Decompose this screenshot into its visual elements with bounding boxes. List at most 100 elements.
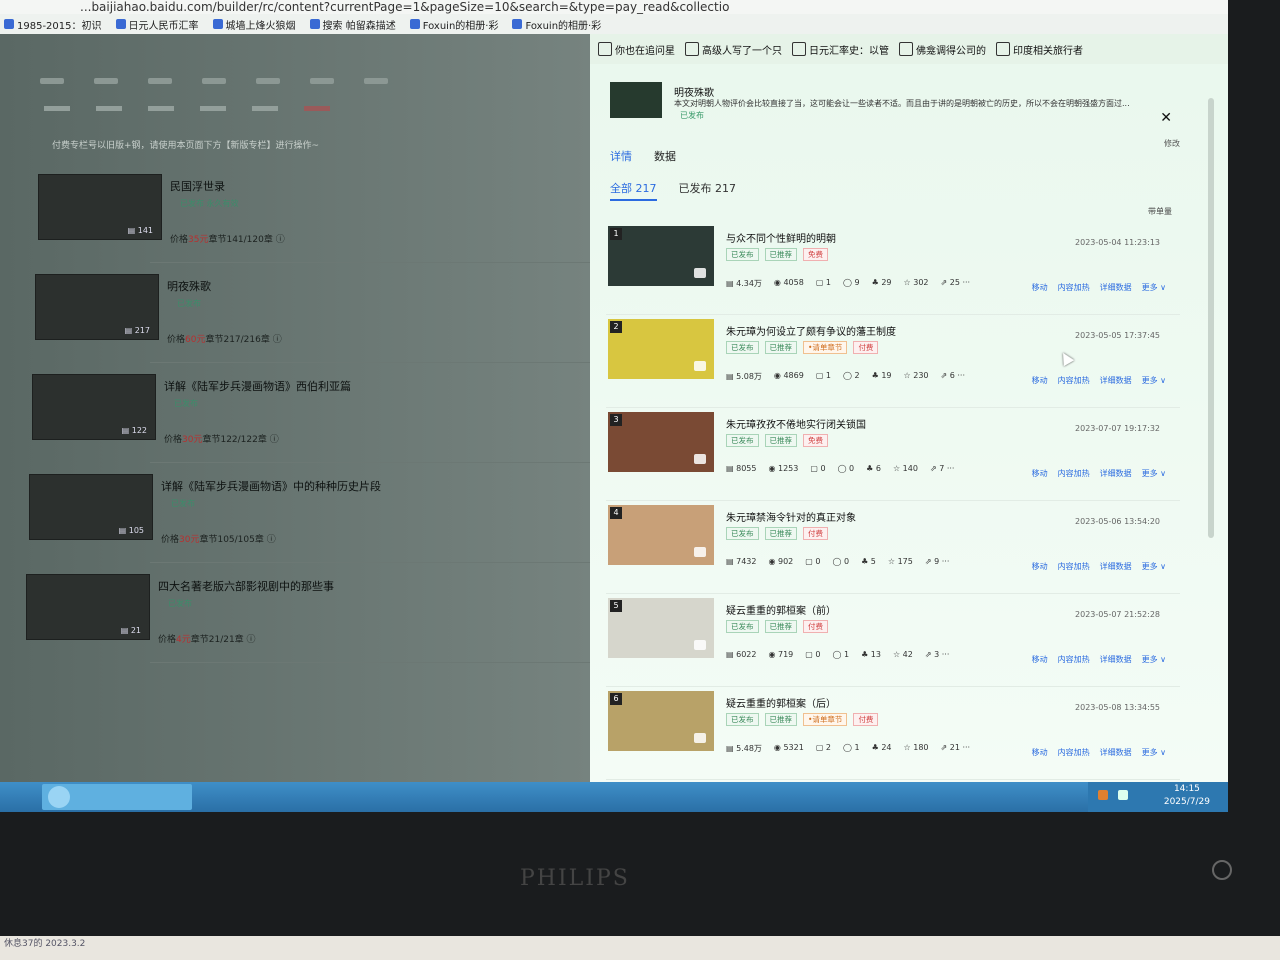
action-link[interactable]: 内容加热 (1058, 282, 1090, 293)
publish-date: 2023-05-04 11:23:13 (1075, 238, 1160, 247)
action-link[interactable]: 详细数据 (1100, 282, 1132, 293)
bookmark-item[interactable]: 日元人民币汇率 (115, 17, 199, 32)
tab-details[interactable]: 详情 (610, 148, 632, 164)
column-cover[interactable]: ▤ 122 (32, 374, 156, 440)
status-tag: •请单章节 (803, 713, 848, 726)
action-link[interactable]: 更多 ∨ (1142, 747, 1166, 758)
bookmark-item[interactable]: 1985-2015：初识 (4, 17, 102, 32)
taskbar-app-button[interactable] (42, 784, 192, 810)
chapter-count: ▤ 141 (127, 226, 153, 235)
power-button-icon[interactable] (1212, 860, 1232, 880)
tab-data[interactable]: 数据 (654, 148, 676, 164)
column-card[interactable]: ▤ 122 详解《陆军步兵漫画物语》西伯利亚篇 已发布 价格30元章节122/122章… (30, 374, 570, 454)
action-link[interactable]: 更多 ∨ (1142, 561, 1166, 572)
address-bar[interactable]: ...baijiahao.baidu.com/builder/rc/conten… (0, 0, 1228, 14)
volume-icon[interactable] (1118, 790, 1128, 800)
column-cover[interactable]: ▤ 141 (38, 174, 162, 240)
action-link[interactable]: 详细数据 (1100, 468, 1132, 479)
article-title[interactable]: 疑云重重的郭桓案（前） (726, 602, 836, 617)
action-link[interactable]: 移动 (1032, 747, 1048, 758)
article-title[interactable]: 疑云重重的郭桓案（后） (726, 695, 836, 710)
bookmark-item[interactable]: Foxuin的相册·彩 (512, 17, 601, 32)
column-cover[interactable]: ▤ 217 (35, 274, 159, 340)
column-card[interactable]: ▤ 21 四大名著老版六部影视剧中的那些事 已发布 价格4元章节21/21章 ⓘ (26, 574, 570, 654)
monitor-brand-logo: PHILIPS (520, 866, 630, 891)
article-title[interactable]: 朱元璋为何设立了颇有争议的藩王制度 (726, 323, 896, 338)
left-hint: 付费专栏号以旧版+钢，请使用本页面下方【新版专栏】进行操作~ (52, 141, 320, 151)
filter-published[interactable]: 已发布 217 (679, 180, 737, 201)
clock[interactable]: 14:15 2025/7/29 (1164, 783, 1210, 809)
column-price: 价格30元章节122/122章 ⓘ (164, 435, 279, 445)
action-link[interactable]: 移动 (1032, 282, 1048, 293)
stat-item: ▢ 0 (805, 557, 821, 566)
article-stats: ▤ 7432 ◉ 902 ▢ 0 ◯ 0 ♣ 5 ☆ 175 ⇗ 9 ··· (726, 557, 949, 566)
sort-selector[interactable]: 带单量 (1148, 206, 1172, 217)
action-link[interactable]: 内容加热 (1058, 561, 1090, 572)
article-thumbnail[interactable]: 2 (608, 319, 714, 379)
bookmark-icon (4, 19, 14, 29)
stat-item: ◉ 4869 (773, 371, 804, 380)
toolbar-item[interactable]: 日元汇率史：以管 (792, 42, 889, 57)
action-link[interactable]: 移动 (1032, 468, 1048, 479)
action-link[interactable]: 更多 ∨ (1142, 468, 1166, 479)
toolbar-icon (685, 42, 699, 56)
article-tags: 已发布 已推荐 •请单章节 付费 (726, 341, 879, 354)
article-thumbnail[interactable]: 3 (608, 412, 714, 472)
column-cover[interactable]: ▤ 21 (26, 574, 150, 640)
column-card[interactable]: ▤ 105 详解《陆军步兵漫画物语》中的种种历史片段 已发布 价格30元章节105/1… (29, 474, 570, 554)
action-link[interactable]: 内容加热 (1058, 375, 1090, 386)
action-link[interactable]: 详细数据 (1100, 561, 1132, 572)
action-link[interactable]: 更多 ∨ (1142, 282, 1166, 293)
column-card[interactable]: ▤ 141 民国浮世录 已发布 永久有效 价格35元章节141/120章 ⓘ (30, 174, 570, 254)
content-list-page: 付费专栏号以旧版+钢，请使用本页面下方【新版专栏】进行操作~ ▤ 141 民国浮世… (0, 34, 590, 800)
toolbar-item[interactable]: 你也在追问星 (598, 42, 675, 57)
column-title[interactable]: 详解《陆军步兵漫画物语》中的种种历史片段 (161, 478, 381, 494)
status-tag: 已推荐 (764, 620, 797, 633)
divider (150, 362, 590, 363)
action-link[interactable]: 内容加热 (1058, 654, 1090, 665)
column-title[interactable]: 民国浮世录 (170, 178, 225, 194)
column-title[interactable]: 明夜殊歌 (167, 278, 211, 294)
article-title[interactable]: 与众不同个性鲜明的明朝 (726, 230, 836, 245)
column-card[interactable]: ▤ 217 明夜殊歌 已发布 价格60元章节217/216章 ⓘ (30, 274, 570, 354)
toolbar-item[interactable]: 高级人写了一个只 (685, 42, 782, 57)
stat-item: ♣ 19 (871, 371, 892, 380)
article-thumbnail[interactable]: 6 (608, 691, 714, 751)
filter-all[interactable]: 全部 217 (610, 180, 657, 201)
action-link[interactable]: 详细数据 (1100, 654, 1132, 665)
action-link[interactable]: 内容加热 (1058, 468, 1090, 479)
start-orb-icon[interactable] (48, 786, 70, 808)
article-thumbnail[interactable]: 5 (608, 598, 714, 658)
action-link[interactable]: 移动 (1032, 654, 1048, 665)
bookmark-item[interactable]: Foxuin的相册·彩 (409, 17, 498, 32)
toolbar-icon (792, 42, 806, 56)
toolbar-item[interactable]: 印度相关旅行者 (996, 42, 1083, 57)
stat-item: ◯ 2 (843, 371, 860, 380)
close-icon[interactable]: ✕ (1160, 110, 1172, 126)
article-title[interactable]: 朱元璋孜孜不倦地实行闭关锁国 (726, 416, 866, 431)
article-thumbnail[interactable]: 4 (608, 505, 714, 565)
column-title[interactable]: 详解《陆军步兵漫画物语》西伯利亚篇 (164, 378, 351, 394)
action-link[interactable]: 更多 ∨ (1142, 654, 1166, 665)
edit-link[interactable]: 修改 (1164, 138, 1180, 149)
action-link[interactable]: 详细数据 (1100, 747, 1132, 758)
stat-item: ◉ 902 (768, 557, 794, 566)
action-link[interactable]: 移动 (1032, 375, 1048, 386)
bookmark-item[interactable]: 搜索 帕留森描述 (309, 17, 396, 32)
article-thumbnail[interactable]: 1 (608, 226, 714, 286)
column-title[interactable]: 四大名著老版六部影视剧中的那些事 (158, 578, 334, 594)
action-link[interactable]: 更多 ∨ (1142, 375, 1166, 386)
action-link[interactable]: 内容加热 (1058, 747, 1090, 758)
article-tags: 已发布 已推荐 付费 (726, 527, 828, 540)
article-row: 2 朱元璋为何设立了颇有争议的藩王制度 已发布 已推荐 •请单章节 付费 2023-05-0… (606, 317, 1180, 408)
toolbar-item[interactable]: 佛龛调得公司的 (899, 42, 986, 57)
bookmark-item[interactable]: 城墙上烽火狼烟 (212, 17, 296, 32)
article-index: 2 (610, 321, 622, 333)
action-link[interactable]: 详细数据 (1100, 375, 1132, 386)
article-title[interactable]: 朱元璋禁海令针对的真正对象 (726, 509, 856, 524)
tray-app-icon[interactable] (1098, 790, 1108, 800)
article-actions: 移动 内容加热 详细数据 更多 ∨ (1032, 375, 1166, 386)
column-cover[interactable]: ▤ 105 (29, 474, 153, 540)
action-link[interactable]: 移动 (1032, 561, 1048, 572)
drawer-scrollbar[interactable] (1208, 98, 1214, 538)
